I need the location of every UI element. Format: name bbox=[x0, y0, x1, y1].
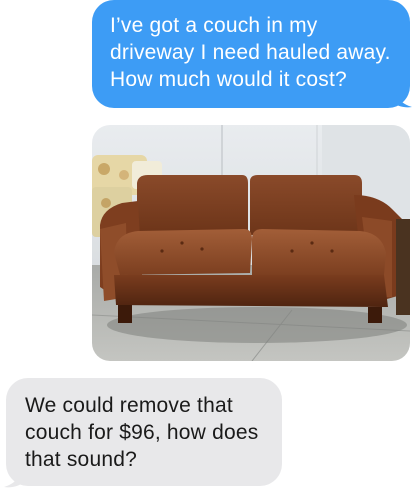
couch-photo bbox=[92, 125, 410, 361]
outgoing-message-line-2: driveway I need hauled away. bbox=[110, 41, 391, 64]
message-thread: I’ve got a couch in my driveway I need h… bbox=[0, 0, 415, 489]
outgoing-message-bubble[interactable]: I’ve got a couch in my driveway I need h… bbox=[92, 0, 410, 108]
incoming-message-line-3: that sound? bbox=[25, 448, 137, 471]
incoming-message-bubble[interactable]: We could remove that couch for $96, how … bbox=[6, 378, 282, 486]
incoming-message-line-2: couch for $96, how does bbox=[25, 421, 259, 444]
couch-photo-message[interactable] bbox=[92, 125, 410, 361]
incoming-bubble-tail bbox=[4, 466, 24, 488]
outgoing-bubble-tail bbox=[392, 86, 412, 108]
outgoing-message-line-1: I’ve got a couch in my bbox=[110, 14, 318, 37]
outgoing-message-line-3: How much would it cost? bbox=[110, 68, 347, 91]
incoming-message-line-1: We could remove that bbox=[25, 394, 233, 417]
